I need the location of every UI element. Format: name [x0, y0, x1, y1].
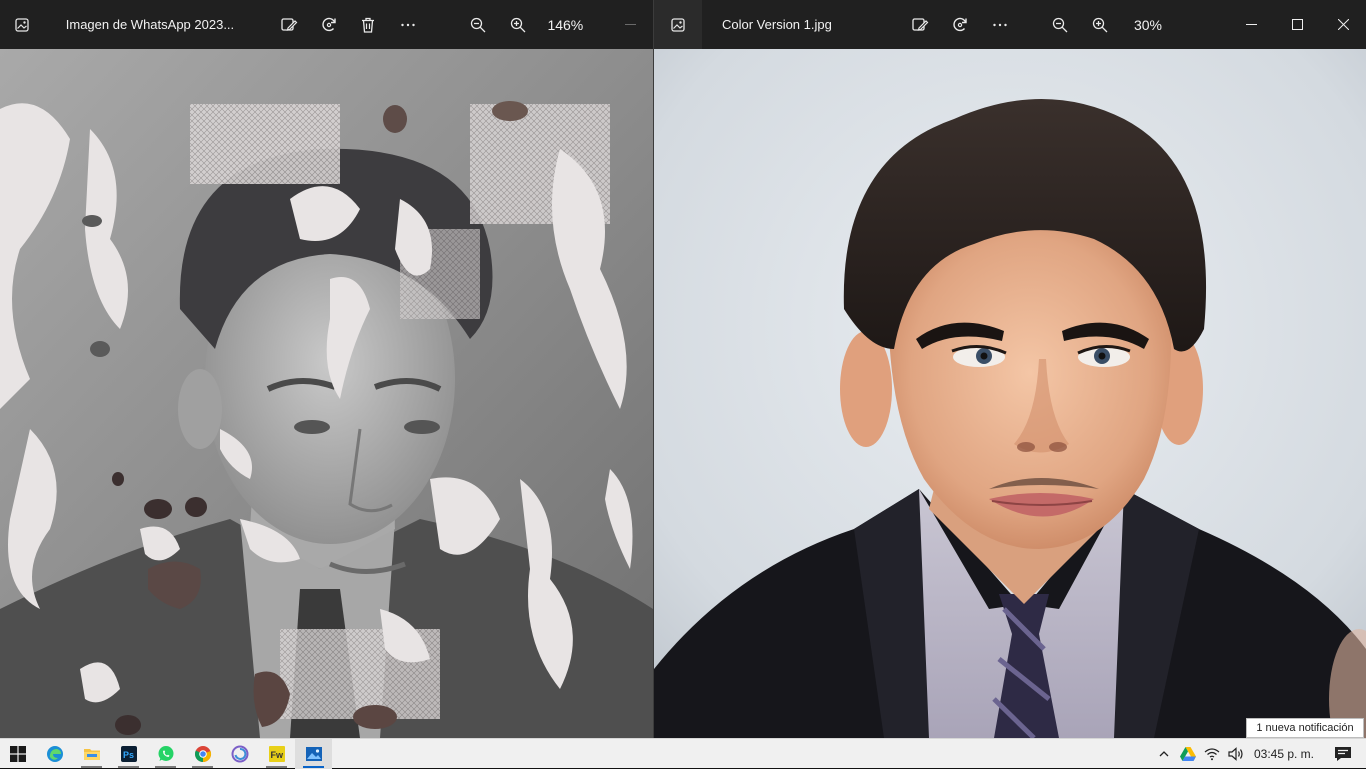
title-bar[interactable]: Imagen de WhatsApp 2023... 146%	[0, 0, 653, 49]
windows-logo-icon	[10, 745, 26, 762]
photo-viewport[interactable]	[0, 49, 653, 738]
rotate-icon[interactable]	[940, 0, 980, 49]
chrome-icon[interactable]	[184, 739, 221, 769]
minimize-icon[interactable]	[607, 0, 653, 49]
wifi-icon[interactable]	[1200, 739, 1224, 769]
photos-app-icon	[0, 0, 44, 49]
colorized-portrait	[654, 49, 1366, 738]
edit-image-icon[interactable]	[269, 0, 309, 49]
notification-center-icon[interactable]	[1320, 739, 1366, 769]
zoom-in-icon[interactable]	[1080, 0, 1120, 49]
notification-tooltip: 1 nueva notificación	[1246, 718, 1364, 738]
maximize-icon[interactable]	[1274, 0, 1320, 49]
delete-icon[interactable]	[348, 0, 388, 49]
more-icon[interactable]	[388, 0, 428, 49]
photos-app-icon	[654, 0, 702, 49]
photoshop-icon[interactable]: Ps	[110, 739, 147, 769]
svg-text:Ps: Ps	[123, 750, 134, 760]
rotate-icon[interactable]	[309, 0, 349, 49]
zoom-level[interactable]: 146%	[538, 17, 594, 33]
title-bar[interactable]: Color Version 1.jpg 30%	[654, 0, 1366, 49]
system-tray: 03:45 p. m.	[1152, 739, 1366, 769]
zoom-out-icon[interactable]	[1040, 0, 1080, 49]
zoom-level[interactable]: 30%	[1120, 17, 1176, 33]
taskbar: Ps Fw 03:45 p. m.	[0, 738, 1366, 769]
photo-viewport[interactable]	[654, 49, 1366, 738]
photos-window-right: Color Version 1.jpg 30%	[654, 0, 1366, 738]
window-title: Color Version 1.jpg	[722, 17, 832, 32]
window-title: Imagen de WhatsApp 2023...	[65, 17, 235, 32]
google-drive-icon[interactable]	[1176, 739, 1200, 769]
file-explorer-icon[interactable]	[73, 739, 110, 769]
edge-icon[interactable]	[36, 739, 73, 769]
damaged-bw-portrait	[0, 49, 653, 738]
more-icon[interactable]	[980, 0, 1020, 49]
photos-window-left: Imagen de WhatsApp 2023... 146%	[0, 0, 653, 738]
chevron-up-icon[interactable]	[1152, 739, 1176, 769]
clock[interactable]: 03:45 p. m.	[1248, 739, 1320, 769]
close-icon[interactable]	[1320, 0, 1366, 49]
svg-text:Fw: Fw	[270, 750, 283, 760]
app-swirl-icon[interactable]	[221, 739, 258, 769]
zoom-in-icon[interactable]	[498, 0, 538, 49]
photos-icon[interactable]	[295, 738, 332, 769]
zoom-out-icon[interactable]	[458, 0, 498, 49]
start-button[interactable]	[0, 739, 36, 769]
fireworks-icon[interactable]: Fw	[258, 739, 295, 769]
volume-icon[interactable]	[1224, 739, 1248, 769]
whatsapp-icon[interactable]	[147, 739, 184, 769]
edit-image-icon[interactable]	[900, 0, 940, 49]
minimize-icon[interactable]	[1228, 0, 1274, 49]
